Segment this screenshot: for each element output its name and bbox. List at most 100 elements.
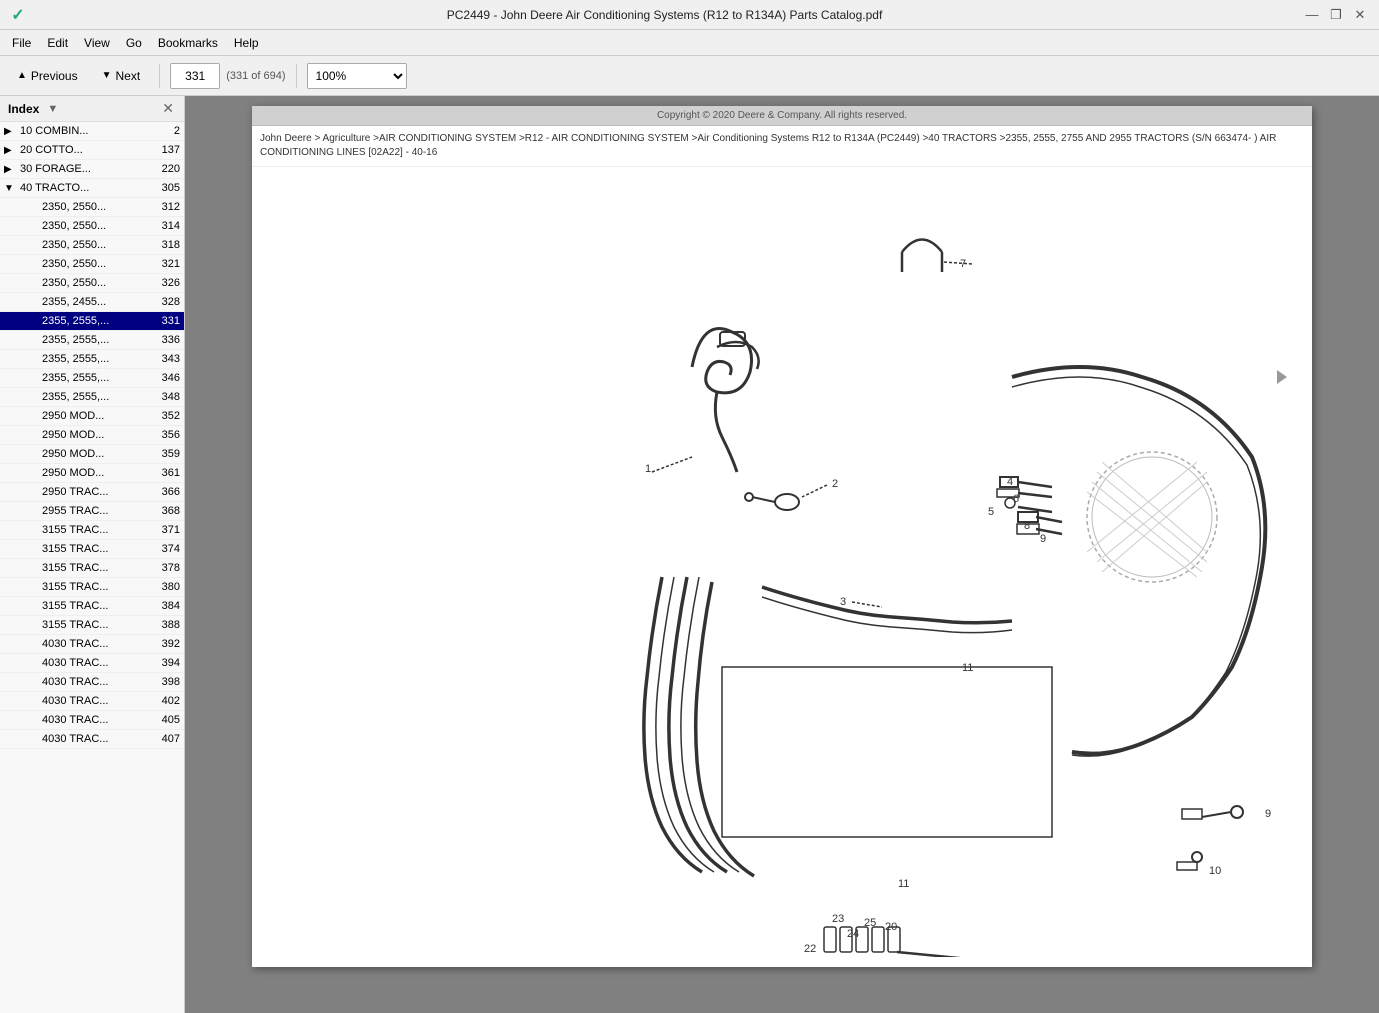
tree-item-label-23: 3155 TRAC... [42, 562, 108, 574]
tree-item-left-22: 3155 TRAC... [4, 543, 108, 555]
tree-item-page-21: 371 [152, 524, 180, 536]
prev-button[interactable]: ▲ Previous [8, 64, 87, 88]
tree-item-15[interactable]: 2950 MOD... 352 [0, 407, 184, 426]
tree-item-1[interactable]: ▶ 20 COTTO... 137 [0, 141, 184, 160]
toolbar-separator [159, 64, 160, 88]
tree-item-12[interactable]: 2355, 2555,... 343 [0, 350, 184, 369]
tree-item-31[interactable]: 4030 TRAC... 405 [0, 711, 184, 730]
tree-item-page-0: 2 [152, 125, 180, 137]
tree-item-18[interactable]: 2950 MOD... 361 [0, 464, 184, 483]
tree-item-24[interactable]: 3155 TRAC... 380 [0, 578, 184, 597]
restore-button[interactable]: ❐ [1325, 4, 1347, 26]
tree-item-page-30: 402 [152, 695, 180, 707]
pdf-copyright: Copyright © 2020 Deere & Company. All ri… [252, 106, 1312, 126]
tree-item-14[interactable]: 2355, 2555,... 348 [0, 388, 184, 407]
tree-item-page-26: 388 [152, 619, 180, 631]
sidebar-close-button[interactable]: ✕ [160, 100, 176, 117]
menu-file[interactable]: File [4, 33, 39, 53]
tree-item-17[interactable]: 2950 MOD... 359 [0, 445, 184, 464]
tree-item-3[interactable]: ▼ 40 TRACTO... 305 [0, 179, 184, 198]
svg-text:9: 9 [1040, 533, 1046, 545]
tree-item-left-9: 2355, 2455... [4, 296, 106, 308]
tree-item-label-9: 2355, 2455... [42, 296, 106, 308]
menu-bookmarks[interactable]: Bookmarks [150, 33, 226, 53]
tree-item-left-17: 2950 MOD... [4, 448, 104, 460]
tree-item-19[interactable]: 2950 TRAC... 366 [0, 483, 184, 502]
tree-item-28[interactable]: 4030 TRAC... 394 [0, 654, 184, 673]
tree-item-page-5: 314 [152, 220, 180, 232]
tree-item-7[interactable]: 2350, 2550... 321 [0, 255, 184, 274]
tree-item-30[interactable]: 4030 TRAC... 402 [0, 692, 184, 711]
page-info: (331 of 694) [226, 70, 285, 82]
tree-item-9[interactable]: 2355, 2455... 328 [0, 293, 184, 312]
menu-help[interactable]: Help [226, 33, 267, 53]
tree-item-20[interactable]: 2955 TRAC... 368 [0, 502, 184, 521]
tree-item-25[interactable]: 3155 TRAC... 384 [0, 597, 184, 616]
tree-item-label-26: 3155 TRAC... [42, 619, 108, 631]
tree-item-label-7: 2350, 2550... [42, 258, 106, 270]
tree-item-13[interactable]: 2355, 2555,... 346 [0, 369, 184, 388]
tree-item-left-24: 3155 TRAC... [4, 581, 108, 593]
tree-item-label-15: 2950 MOD... [42, 410, 104, 422]
tree-item-32[interactable]: 4030 TRAC... 407 [0, 730, 184, 749]
tree-item-2[interactable]: ▶ 30 FORAGE... 220 [0, 160, 184, 179]
tree-item-page-28: 394 [152, 657, 180, 669]
prev-label: Previous [31, 69, 78, 83]
pdf-viewer[interactable]: Copyright © 2020 Deere & Company. All ri… [185, 96, 1379, 1013]
svg-text:1: 1 [645, 463, 651, 475]
tree-item-page-19: 366 [152, 486, 180, 498]
page-input[interactable] [170, 63, 220, 89]
close-button[interactable]: ✕ [1349, 4, 1371, 26]
tree-item-22[interactable]: 3155 TRAC... 374 [0, 540, 184, 559]
tree-item-21[interactable]: 3155 TRAC... 371 [0, 521, 184, 540]
menu-go[interactable]: Go [118, 33, 150, 53]
tree-item-label-28: 4030 TRAC... [42, 657, 108, 669]
svg-text:2: 2 [832, 478, 838, 490]
tree-item-page-3: 305 [152, 182, 180, 194]
tree-item-26[interactable]: 3155 TRAC... 388 [0, 616, 184, 635]
tree-item-label-13: 2355, 2555,... [42, 372, 109, 384]
tree-item-left-31: 4030 TRAC... [4, 714, 108, 726]
menu-edit[interactable]: Edit [39, 33, 76, 53]
tree-item-left-19: 2950 TRAC... [4, 486, 108, 498]
tree-item-page-4: 312 [152, 201, 180, 213]
tree-item-label-27: 4030 TRAC... [42, 638, 108, 650]
tree-item-label-32: 4030 TRAC... [42, 733, 108, 745]
menu-view[interactable]: View [76, 33, 118, 53]
tree-item-11[interactable]: 2355, 2555,... 336 [0, 331, 184, 350]
tree-item-label-4: 2350, 2550... [42, 201, 106, 213]
tree-item-label-19: 2950 TRAC... [42, 486, 108, 498]
tree-item-label-29: 4030 TRAC... [42, 676, 108, 688]
toolbar: ▲ Previous ▼ Next (331 of 694) 100% 50% … [0, 56, 1379, 96]
tree-item-left-11: 2355, 2555,... [4, 334, 109, 346]
tree-item-label-10: 2355, 2555,... [42, 315, 109, 327]
tree-item-16[interactable]: 2950 MOD... 356 [0, 426, 184, 445]
tree-item-page-11: 336 [152, 334, 180, 346]
tree-item-left-5: 2350, 2550... [4, 220, 106, 232]
tree-item-0[interactable]: ▶ 10 COMBIN... 2 [0, 122, 184, 141]
tree-item-left-14: 2355, 2555,... [4, 391, 109, 403]
zoom-select[interactable]: 100% 50% 75% 125% 150% 200% [307, 63, 407, 89]
tree-item-23[interactable]: 3155 TRAC... 378 [0, 559, 184, 578]
pdf-page: Copyright © 2020 Deere & Company. All ri… [252, 106, 1312, 967]
sidebar-dropdown[interactable]: ▼ [45, 103, 60, 115]
tree-item-left-0: ▶ 10 COMBIN... [4, 125, 88, 137]
tree-item-page-6: 318 [152, 239, 180, 251]
tree-item-6[interactable]: 2350, 2550... 318 [0, 236, 184, 255]
tree-item-4[interactable]: 2350, 2550... 312 [0, 198, 184, 217]
next-button[interactable]: ▼ Next [93, 64, 150, 88]
tree-item-8[interactable]: 2350, 2550... 326 [0, 274, 184, 293]
sidebar-header: Index ▼ ✕ [0, 96, 184, 122]
tree-item-left-32: 4030 TRAC... [4, 733, 108, 745]
tree-item-29[interactable]: 4030 TRAC... 398 [0, 673, 184, 692]
tree-item-left-6: 2350, 2550... [4, 239, 106, 251]
minimize-button[interactable]: — [1301, 4, 1323, 26]
tree-item-left-10: 2355, 2555,... [4, 315, 109, 327]
sidebar-tree[interactable]: ▶ 10 COMBIN... 2 ▶ 20 COTTO... 137 ▶ 30 … [0, 122, 184, 1013]
tree-item-page-29: 398 [152, 676, 180, 688]
tree-item-label-11: 2355, 2555,... [42, 334, 109, 346]
tree-item-27[interactable]: 4030 TRAC... 392 [0, 635, 184, 654]
tree-item-10[interactable]: 2355, 2555,... 331 [0, 312, 184, 331]
tree-item-5[interactable]: 2350, 2550... 314 [0, 217, 184, 236]
tree-item-left-25: 3155 TRAC... [4, 600, 108, 612]
